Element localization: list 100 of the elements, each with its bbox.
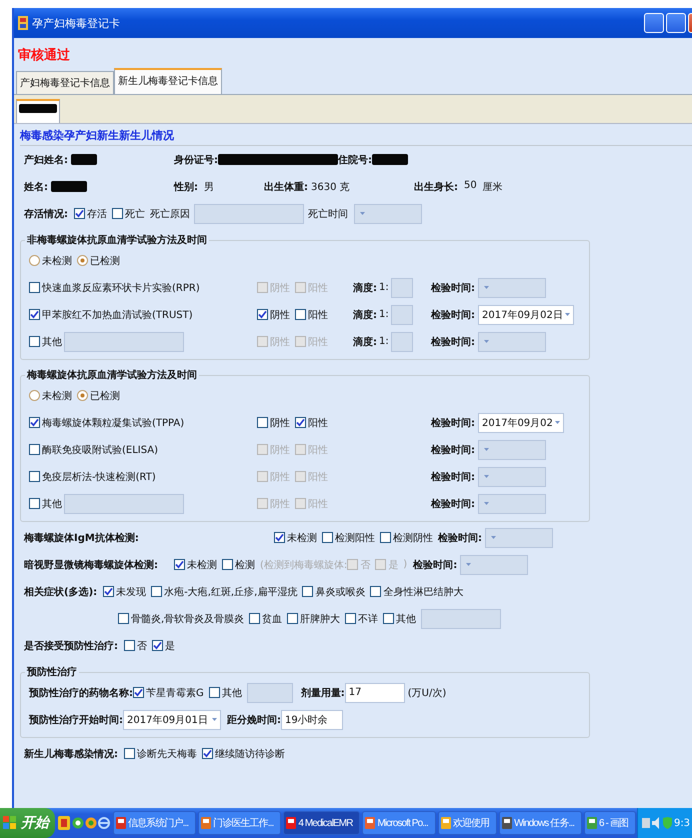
tab[interactable]: 新生儿梅毒登记卡信息 [114,68,222,94]
checkbox[interactable] [29,336,40,347]
checkbox[interactable] [208,687,220,698]
checkbox[interactable] [295,282,306,293]
checkbox[interactable] [124,748,135,759]
checkbox[interactable] [295,336,306,347]
browser-icon[interactable] [85,817,97,829]
checkbox[interactable] [74,208,85,219]
checkbox[interactable] [249,613,260,624]
input-field[interactable] [390,278,413,298]
checkbox[interactable] [295,444,306,455]
group-title: 预防性治疗 [27,667,77,678]
checkbox[interactable] [29,444,40,455]
taskbar-button[interactable]: 6 - 画图 [584,811,636,835]
unit-text: 厘米 [482,180,503,194]
checkbox[interactable] [302,586,314,597]
checkbox[interactable] [257,309,268,320]
taskbar-button[interactable]: 4 MedicalEMR [283,811,360,835]
checkbox[interactable] [370,586,382,597]
taskbar-button[interactable]: Microsoft Po... [362,811,436,835]
radio-button[interactable] [29,390,40,401]
field-label: 暗视野显微镜梅毒螺旋体检测: [24,558,159,572]
checkbox-label: 快速血浆反应素环状卡片实验(RPR) [42,282,200,294]
checkbox[interactable] [202,748,213,759]
taskbar-button[interactable]: 欢迎使用 [438,811,498,835]
input-field[interactable]: 19小时余 [281,710,343,730]
radio-button[interactable] [77,255,88,266]
field-label: 检验时间: [431,444,475,456]
checkbox[interactable] [103,586,114,597]
checkbox[interactable] [29,417,40,428]
checkbox[interactable] [151,586,162,597]
checkbox[interactable] [383,613,394,624]
checkbox[interactable] [257,282,268,293]
input-field[interactable] [390,332,413,352]
caret-icon [554,421,560,424]
caret-icon [491,536,496,539]
checkbox[interactable] [112,208,123,219]
checkbox[interactable] [322,532,333,543]
checkbox[interactable] [295,417,306,428]
minimize-button[interactable] [644,13,664,33]
checkbox[interactable] [375,559,386,570]
app-icon [364,816,376,830]
input-field[interactable] [64,332,184,352]
checkbox[interactable] [152,640,163,651]
checkbox[interactable] [118,613,129,624]
input-field[interactable] [390,304,413,324]
checkbox[interactable] [295,471,306,482]
browser-icon[interactable] [98,817,110,829]
checkbox[interactable] [257,444,268,455]
checkbox-label: 其他 [222,686,242,700]
checkbox-label: 其他 [42,336,62,348]
checkbox[interactable] [295,309,306,320]
field-label: 是否接受预防性治疗: [24,640,118,652]
shield-icon [662,817,672,829]
checkbox-label: 梅毒螺旋体颗粒凝集试验(TPPA) [42,416,184,430]
date-dropdown[interactable]: 2017年09月02 [478,412,564,432]
checkbox[interactable] [174,559,185,570]
date-dropdown[interactable]: 2017年09月02日 [478,304,574,324]
app-icon[interactable] [57,815,71,831]
checkbox-label: 甲苯胺红不加热血清试验(TRUST) [42,308,193,322]
checkbox[interactable] [222,559,233,570]
taskbar-button[interactable]: Windows 任务... [499,811,582,835]
input-field[interactable] [421,608,502,628]
start-button[interactable]: 开始 [0,808,55,838]
checkbox[interactable] [345,613,356,624]
input-field[interactable] [64,494,184,514]
checkbox[interactable] [124,640,135,651]
taskbar-button[interactable]: 门诊医生工作... [198,811,282,835]
input-field[interactable] [194,204,304,224]
input-field[interactable]: 17 [344,682,405,702]
checkbox-label: 鼻炎或喉炎 [315,586,366,598]
checkbox-label: 其他 [396,612,416,626]
checkbox-label: 肝脾肿大 [300,612,340,626]
checkbox[interactable] [29,282,40,293]
checkbox[interactable] [257,336,268,347]
tab[interactable]: 产妇梅毒登记卡信息 [16,71,114,94]
date-dropdown[interactable]: 2017年09月01日 [123,710,221,730]
checkbox-label: 阴性 [270,282,290,294]
checkbox[interactable] [287,613,298,624]
checkbox-label: 阳性 [308,498,328,510]
radio-button[interactable] [77,390,88,401]
field-value: 男 [204,180,214,194]
checkbox[interactable] [257,498,268,509]
browser-icon[interactable] [72,817,84,829]
maximize-button[interactable] [666,13,686,33]
field-label: 检验时间: [431,282,475,294]
checkbox[interactable] [274,532,285,543]
checkbox[interactable] [29,309,40,320]
input-field[interactable] [246,682,293,702]
subtab[interactable] [16,99,60,123]
checkbox[interactable] [133,687,144,698]
checkbox[interactable] [29,471,40,482]
radio-button[interactable] [29,255,40,266]
checkbox[interactable] [380,532,391,543]
checkbox[interactable] [29,498,40,509]
checkbox[interactable] [257,417,268,428]
taskbar-button[interactable]: 信息系统门户... [113,811,196,835]
checkbox[interactable] [295,498,306,509]
checkbox[interactable] [257,471,268,482]
checkbox[interactable] [347,559,358,570]
